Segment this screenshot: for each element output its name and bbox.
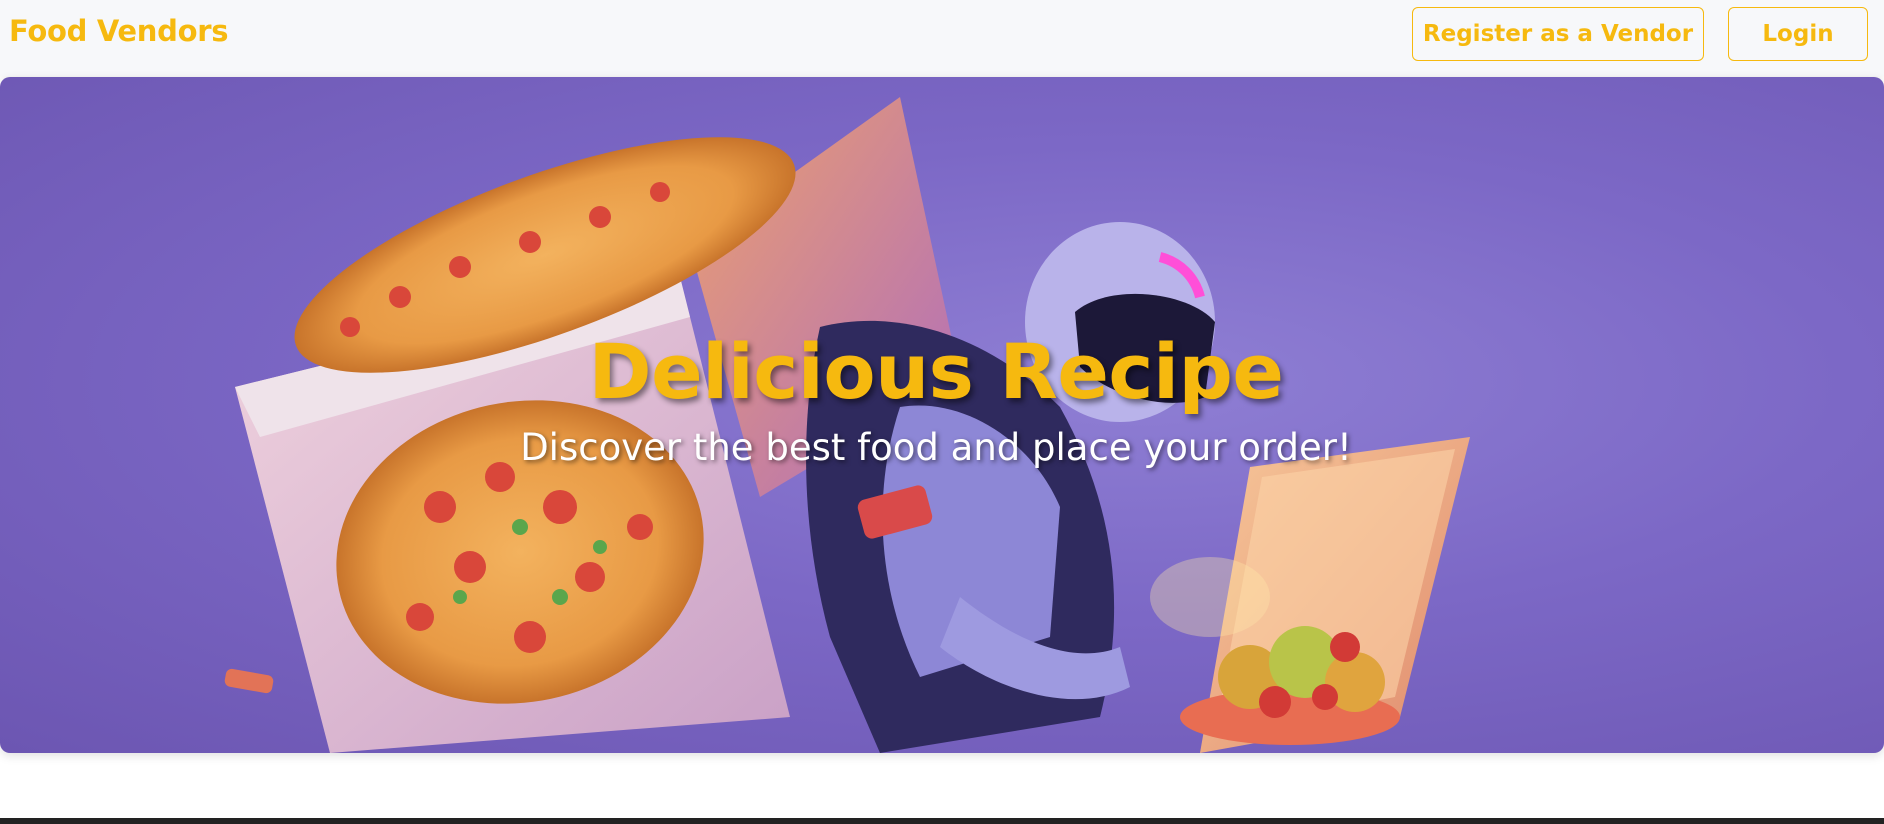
top-navbar: Food Vendors Register as a Vendor Login: [0, 0, 1884, 76]
hero-banner: Delicious Recipe Discover the best food …: [0, 77, 1884, 753]
register-vendor-button[interactable]: Register as a Vendor: [1412, 7, 1704, 61]
hero-title: Delicious Recipe: [588, 327, 1284, 416]
login-button[interactable]: Login: [1728, 7, 1868, 61]
hero-subtitle: Discover the best food and place your or…: [520, 426, 1352, 469]
brand-logo-text[interactable]: Food Vendors: [9, 14, 228, 48]
bottom-divider: [0, 818, 1884, 824]
